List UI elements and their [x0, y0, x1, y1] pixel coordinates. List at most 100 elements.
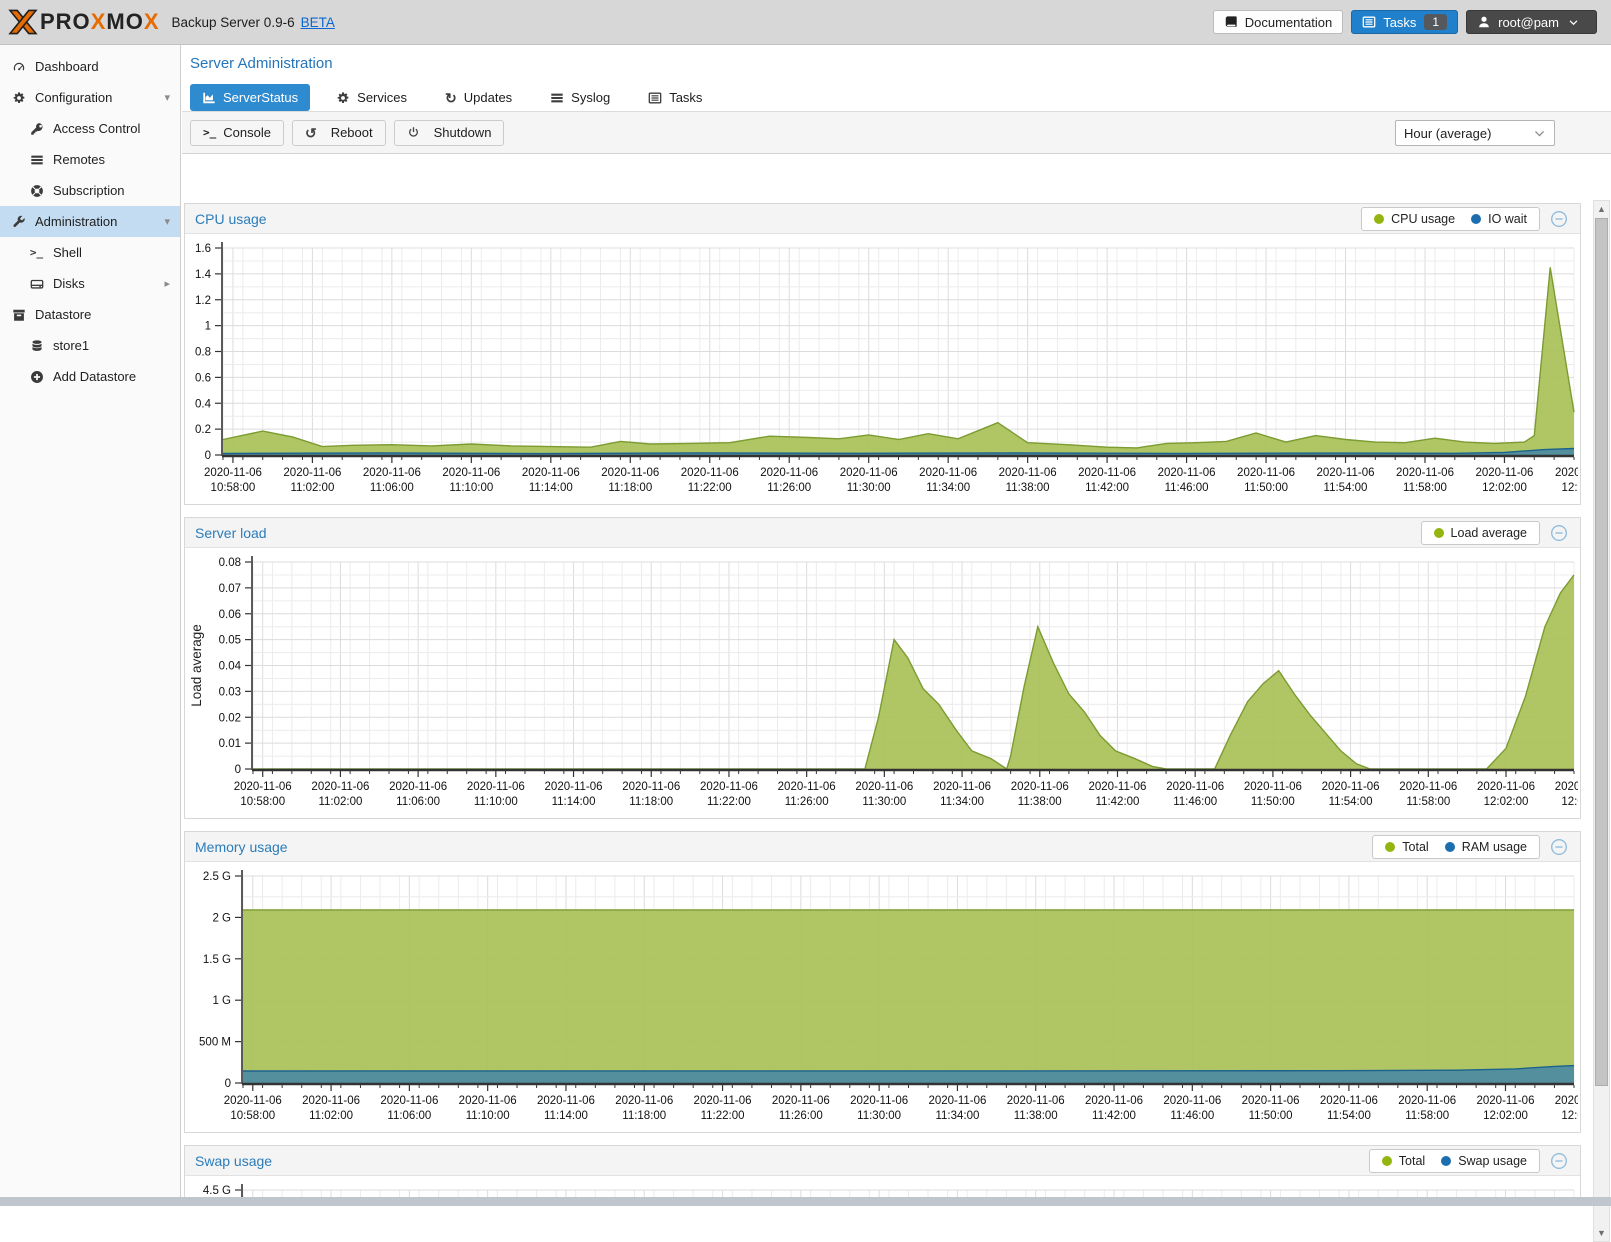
sidebar-item-shell[interactable]: >_Shell [0, 237, 180, 268]
svg-text:2020-11-06: 2020-11-06 [928, 1095, 986, 1107]
wrench-icon [10, 214, 27, 230]
terminal-icon: >_ [203, 126, 216, 139]
svg-text:12:02:00: 12:02:00 [1483, 1110, 1528, 1122]
sidebar-item-administration[interactable]: Administration ▾ [0, 206, 180, 237]
sidebar-item-label: Subscription [53, 183, 125, 198]
sidebar-item-datastore[interactable]: Datastore [0, 299, 180, 330]
svg-text:11:26:00: 11:26:00 [767, 482, 811, 494]
reboot-button[interactable]: ↺Reboot [292, 120, 386, 146]
tab-tasks[interactable]: Tasks [636, 84, 714, 111]
scrollbar-thumb[interactable] [1595, 218, 1608, 1086]
minus-circle-icon[interactable] [1550, 838, 1568, 856]
chevron-down-icon[interactable]: ▾ [164, 91, 170, 104]
sidebar-item-subscription[interactable]: Subscription [0, 175, 180, 206]
legend-item-total[interactable]: Total [1382, 1154, 1425, 1168]
svg-text:0.2: 0.2 [195, 424, 211, 436]
svg-text:2020-11-06: 2020-11-06 [224, 1095, 282, 1107]
svg-text:0.03: 0.03 [219, 686, 241, 698]
app-header: PROXMOX Backup Server 0.9-6 BETA Documen… [0, 0, 1611, 45]
chevron-down-icon[interactable]: ▾ [164, 215, 170, 228]
disk-icon [28, 276, 45, 292]
legend-item-total[interactable]: Total [1385, 840, 1428, 854]
vertical-scrollbar[interactable]: ▲ ▼ [1593, 200, 1610, 1242]
scroll-up-arrow[interactable]: ▲ [1594, 201, 1609, 217]
chevron-down-icon [1533, 127, 1546, 140]
sidebar-item-store1[interactable]: store1 [0, 330, 180, 361]
tasks-button[interactable]: Tasks 1 [1351, 10, 1458, 34]
tab-label: Syslog [571, 90, 610, 105]
beta-link[interactable]: BETA [301, 15, 335, 30]
plus-circle-icon [28, 369, 45, 385]
timeframe-select[interactable]: Hour (average) [1395, 120, 1555, 146]
undo-icon: ↺ [305, 126, 324, 140]
database-icon [28, 338, 45, 354]
minus-circle-icon[interactable] [1550, 524, 1568, 542]
svg-text:1.2: 1.2 [195, 295, 211, 307]
svg-text:2020-11-06: 2020-11-06 [537, 1095, 595, 1107]
tab-updates[interactable]: ↻Updates [433, 84, 524, 111]
panel-memory-usage: Memory usageTotalRAM usage2020-11-0610:5… [184, 831, 1581, 1133]
svg-text:11:50:00: 11:50:00 [1244, 482, 1288, 494]
sidebar-item-label: Add Datastore [53, 369, 136, 384]
legend-item-swap-usage[interactable]: Swap usage [1441, 1154, 1527, 1168]
svg-text:2020-11-06: 2020-11-06 [1399, 781, 1457, 793]
legend-item-load-average[interactable]: Load average [1434, 526, 1527, 540]
legend-color-dot [1441, 1156, 1451, 1166]
svg-text:2020-11-06: 2020-11-06 [1475, 467, 1533, 479]
sidebar-item-dashboard[interactable]: Dashboard [0, 51, 180, 82]
chart-legend: Total Swap usage [1369, 1149, 1540, 1173]
sidebar-item-label: Dashboard [35, 59, 99, 74]
panel-title: CPU usage [195, 211, 267, 227]
svg-text:2020-11-06: 2020-11-06 [855, 781, 913, 793]
tab-services[interactable]: Services [324, 84, 419, 111]
panel-title: Server load [195, 525, 267, 541]
svg-text:2020-11-06: 2020-11-06 [1166, 781, 1224, 793]
svg-text:1 G: 1 G [212, 995, 231, 1007]
svg-text:2020-11-06: 2020-11-06 [1320, 1095, 1378, 1107]
sidebar-item-access-control[interactable]: Access Control [0, 113, 180, 144]
chevron-right-icon[interactable]: ▸ [164, 277, 170, 290]
svg-text:0.07: 0.07 [219, 583, 241, 595]
tasks-count-badge: 1 [1424, 14, 1447, 30]
legend-label: Load average [1451, 526, 1527, 540]
user-menu-button[interactable]: root@pam [1466, 10, 1597, 34]
shutdown-button[interactable]: Shutdown [394, 120, 505, 146]
svg-text:2020-11-06: 2020-11-06 [760, 467, 818, 479]
svg-text:11:38:00: 11:38:00 [1006, 482, 1050, 494]
svg-text:2020-11-06: 2020-11-06 [1078, 467, 1136, 479]
svg-text:11:50:00: 11:50:00 [1249, 1110, 1293, 1122]
svg-text:11:10:00: 11:10:00 [474, 796, 518, 808]
svg-text:11:58:00: 11:58:00 [1403, 482, 1447, 494]
tab-syslog[interactable]: Syslog [538, 84, 622, 111]
minus-circle-icon[interactable] [1550, 210, 1568, 228]
legend-color-dot [1445, 842, 1455, 852]
minus-circle-icon[interactable] [1550, 1152, 1568, 1170]
box-icon [10, 307, 27, 323]
svg-text:1.4: 1.4 [195, 269, 212, 281]
legend-item-cpu-usage[interactable]: CPU usage [1374, 212, 1455, 226]
svg-text:2020-11-06: 2020-11-06 [1242, 1095, 1300, 1107]
svg-text:11:18:00: 11:18:00 [622, 1110, 666, 1122]
sidebar-item-configuration[interactable]: Configuration▾ [0, 82, 180, 113]
svg-text:12:02:00: 12:02:00 [1482, 482, 1527, 494]
legend-item-io-wait[interactable]: IO wait [1471, 212, 1527, 226]
svg-text:2020-11-06: 2020-11-06 [615, 1095, 673, 1107]
sidebar-item-add-datastore[interactable]: Add Datastore [0, 361, 180, 392]
sidebar-item-remotes[interactable]: Remotes [0, 144, 180, 175]
tab-label: ServerStatus [223, 90, 298, 105]
legend-item-ram-usage[interactable]: RAM usage [1445, 840, 1527, 854]
svg-text:11:58:00: 11:58:00 [1406, 796, 1450, 808]
documentation-button[interactable]: Documentation [1213, 10, 1343, 34]
panel-body-memory-usage: 2020-11-0610:58:002020-11-0611:02:002020… [185, 862, 1580, 1132]
svg-text:11:42:00: 11:42:00 [1092, 1110, 1136, 1122]
scroll-down-arrow[interactable]: ▼ [1594, 1225, 1609, 1241]
svg-text:2020-11-06: 2020-11-06 [283, 467, 341, 479]
chart-area-icon [202, 91, 223, 105]
legend-color-dot [1385, 842, 1395, 852]
console-button[interactable]: >_Console [190, 120, 284, 146]
svg-text:2020-11-06: 2020-11-06 [933, 781, 991, 793]
sidebar-item-disks[interactable]: Disks▸ [0, 268, 180, 299]
sidebar-item-label: Administration [35, 214, 117, 229]
svg-text:10:58:00: 10:58:00 [240, 796, 285, 808]
tab-serverstatus[interactable]: ServerStatus [190, 84, 310, 111]
